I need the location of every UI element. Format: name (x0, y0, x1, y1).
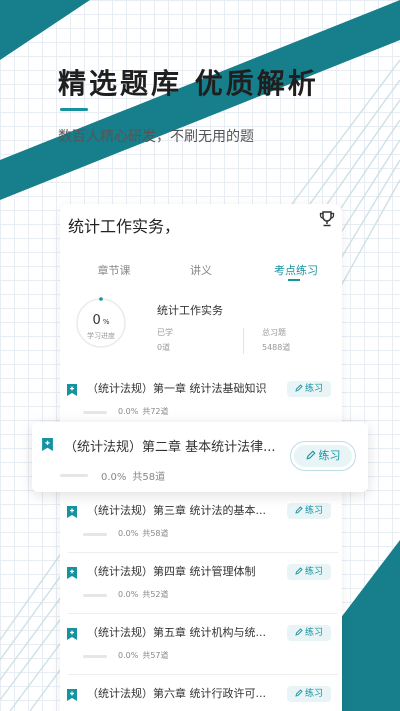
chapter-count: 共57道 (142, 651, 169, 660)
highlighted-chapter-row[interactable]: （统计法规）第二章 基本统计法律... 0.0% 共58道 练习 (32, 422, 368, 492)
chapter-row[interactable]: （统计法规）第六章 统计行政许可... 练习 (60, 675, 342, 711)
chapter-row[interactable]: （统计法规）第四章 统计管理体制 0.0% 共52道 练习 (60, 553, 342, 614)
chapter-title: （统计法规）第六章 统计行政许可... (87, 687, 266, 700)
chapter-title: （统计法规）第一章 统计法基础知识 (87, 382, 267, 395)
bookmark-icon (67, 384, 77, 396)
chapter-progress: 0.0% (118, 651, 139, 660)
learned-value: 0道 (157, 343, 171, 352)
chapter-count: 共52道 (142, 590, 169, 599)
chapter-progress-info: 0.0% 共58道 (118, 528, 169, 539)
practice-button[interactable]: 练习 (287, 381, 331, 397)
practice-button[interactable]: 练习 (287, 564, 331, 580)
chapter-progress-info: 0.0% 共72道 (118, 406, 169, 417)
hero-headline: 精选题库 优质解析 (58, 67, 319, 100)
chapter-title: （统计法规）第二章 基本统计法律... (64, 440, 276, 455)
chapter-row[interactable]: （统计法规）第三章 统计法的基本... 0.0% 共58道 练习 (60, 492, 342, 553)
hero-subhead: 数百人精心研发，不刷无用的题 (58, 129, 254, 145)
chapter-progress: 0.0% (118, 407, 139, 416)
practice-button-label: 练习 (304, 567, 323, 577)
tab-bar: 章节课 讲义 考点练习 (60, 262, 342, 284)
progress-percent-sign: % (102, 318, 110, 326)
card-title: 统计工作实务， (68, 217, 181, 236)
tab-practice[interactable]: 考点练习 (256, 262, 336, 278)
progress-summary: 0% 学习进度 统计工作实务 已学 0道 总习题 5488道 (60, 288, 342, 449)
practice-button-label: 练习 (318, 449, 341, 462)
chapter-progress-bar (83, 533, 107, 536)
progress-percent: 0% (74, 313, 128, 328)
bookmark-icon (67, 689, 77, 701)
tab-chapter-course[interactable]: 章节课 (74, 262, 154, 278)
practice-button[interactable]: 练习 (294, 445, 352, 467)
edit-icon (295, 628, 303, 636)
headline-underline (60, 108, 88, 111)
progress-percent-value: 0 (92, 313, 101, 328)
chapter-progress-info: 0.0% 共52道 (118, 589, 169, 600)
chapter-title: （统计法规）第五章 统计机构与统... (87, 626, 266, 639)
bookmark-icon (67, 506, 77, 518)
bookmark-icon (67, 567, 77, 579)
practice-button[interactable]: 练习 (287, 625, 331, 641)
chapter-progress-bar (83, 655, 107, 658)
edit-icon (295, 384, 303, 392)
chapter-progress-info: 0.0% 共57道 (118, 650, 169, 661)
chapter-progress-bar (83, 594, 107, 597)
subject-name: 统计工作实务 (157, 304, 223, 317)
chapter-count: 共58道 (132, 472, 166, 483)
bookmark-icon (67, 628, 77, 640)
chapter-row[interactable]: （统计法规）第五章 统计机构与统... 0.0% 共57道 练习 (60, 614, 342, 675)
chapter-progress: 0.0% (101, 472, 127, 483)
practice-button[interactable]: 练习 (287, 503, 331, 519)
practice-button-label: 练习 (304, 506, 323, 516)
practice-button[interactable]: 练习 (287, 686, 331, 702)
chapter-progress-info: 0.0% 共58道 (101, 468, 165, 483)
total-label: 总习题 (262, 328, 286, 337)
chapter-progress-bar (60, 474, 88, 477)
chapter-progress: 0.0% (118, 529, 139, 538)
edit-icon (295, 567, 303, 575)
chapter-progress-bar (83, 411, 107, 414)
chapter-progress: 0.0% (118, 590, 139, 599)
edit-icon (305, 450, 316, 460)
progress-label: 学习进度 (87, 332, 115, 340)
trophy-icon[interactable] (318, 210, 336, 228)
practice-button-label: 练习 (304, 384, 323, 394)
edit-icon (295, 506, 303, 514)
chapter-title: （统计法规）第四章 统计管理体制 (87, 565, 256, 578)
chapter-count: 共58道 (142, 529, 169, 538)
practice-button-label: 练习 (304, 689, 323, 699)
edit-icon (295, 689, 303, 697)
active-tab-indicator (288, 279, 300, 281)
learned-label: 已学 (157, 328, 173, 337)
bookmark-icon (42, 438, 53, 451)
total-value: 5488道 (262, 343, 291, 352)
practice-button-label: 练习 (304, 628, 323, 638)
chapter-title: （统计法规）第三章 统计法的基本... (87, 504, 266, 517)
stat-divider (243, 328, 244, 354)
tab-handouts[interactable]: 讲义 (161, 262, 241, 278)
chapter-count: 共72道 (142, 407, 169, 416)
